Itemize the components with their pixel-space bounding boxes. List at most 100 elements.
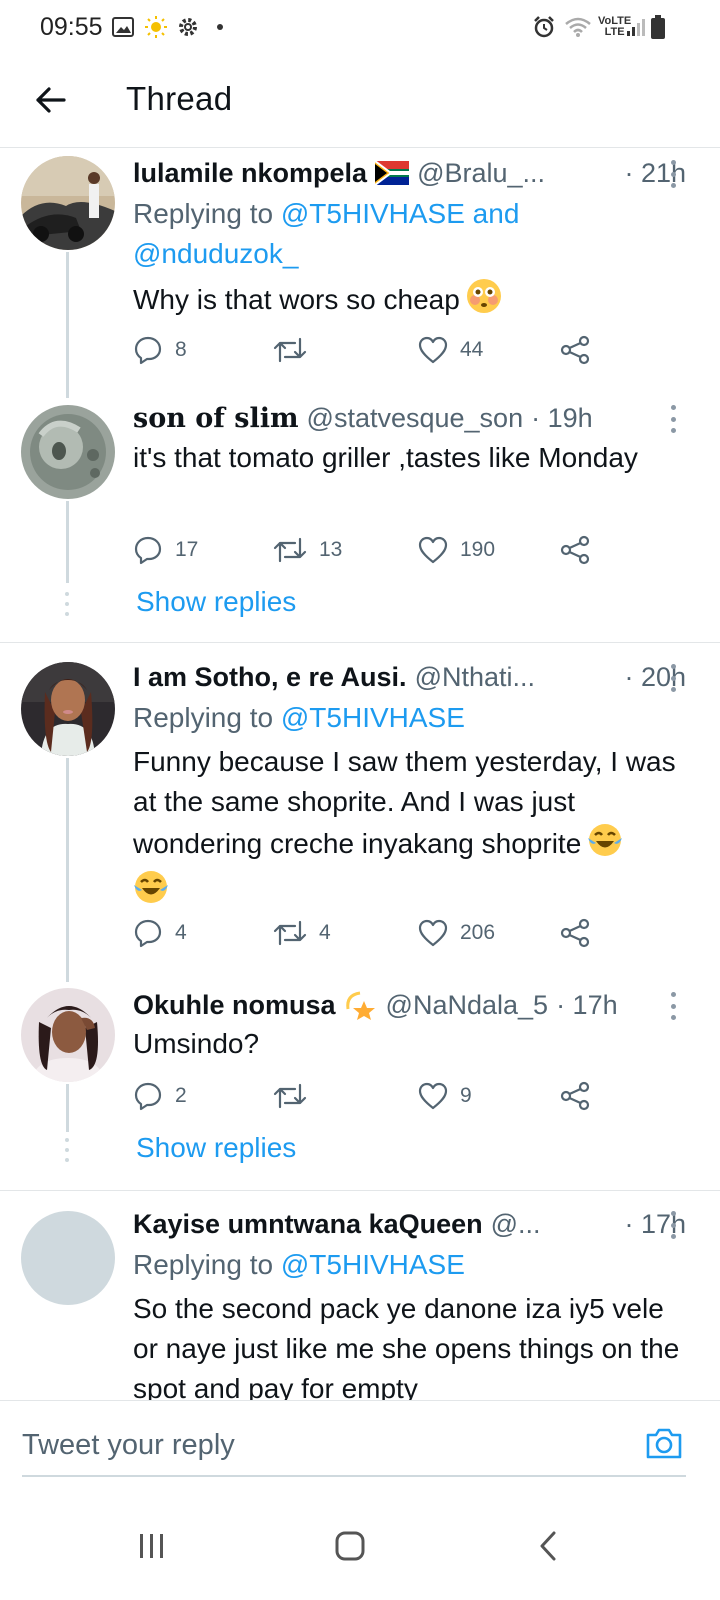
tweet[interactable]: Okuhle nomusa @NaNdala_5 · 17h Umsindo? … [0, 982, 720, 1190]
retweet-icon [273, 337, 307, 363]
flushed-face-emoji-icon [466, 278, 502, 325]
reply-button[interactable]: 4 [133, 915, 187, 951]
tweet-header: son of slim @statvesque_son · 19h [133, 400, 686, 436]
signal-icon [626, 15, 646, 39]
author-handle[interactable]: @statvesque_son [307, 403, 524, 434]
system-back-icon [540, 1531, 556, 1561]
back-button[interactable] [28, 78, 72, 122]
share-icon [560, 918, 590, 948]
thread-line [66, 758, 69, 982]
reply-icon [134, 536, 162, 565]
like-count: 206 [460, 921, 496, 944]
reply-button[interactable]: 2 [133, 1078, 187, 1114]
like-count: 190 [460, 538, 496, 561]
more-options-icon[interactable] [666, 405, 680, 433]
retweet-button[interactable]: 13 [273, 532, 342, 568]
tears-of-joy-emoji-icon [587, 822, 623, 869]
reply-icon [134, 1082, 162, 1111]
author-handle[interactable]: @Bralu_... [417, 158, 545, 189]
recent-apps-icon [140, 1534, 163, 1558]
tweet-header: Kayise umntwana kaQueen @... · 17h [133, 1206, 686, 1242]
tweet[interactable]: I am Sotho, e re Ausi. @Nthati... · 20h … [0, 652, 720, 982]
like-button[interactable]: 44 [418, 332, 483, 368]
like-button[interactable]: 190 [418, 532, 495, 568]
battery-icon [651, 15, 665, 39]
like-button[interactable]: 9 [418, 1078, 472, 1114]
like-button[interactable]: 206 [418, 915, 495, 951]
reply-button[interactable]: 8 [133, 332, 187, 368]
heart-icon [418, 919, 448, 947]
mention-link[interactable]: @T5HIVHASE [281, 702, 465, 733]
tweet-reply-input[interactable]: Tweet your reply [22, 1429, 235, 1462]
retweet-count: 4 [319, 921, 331, 944]
dizzy-star-emoji-icon [344, 989, 378, 1021]
system-back-button[interactable] [518, 1518, 578, 1574]
author-handle[interactable]: @NaNdala_5 [386, 990, 549, 1021]
status-time: 09:55 [40, 13, 103, 41]
tweet[interactable]: lulamile nkompela @Bralu_... · 21h Reply… [0, 148, 720, 398]
like-count: 9 [460, 1084, 472, 1107]
wifi-icon [564, 15, 592, 39]
thread-continuation-dots [64, 592, 70, 616]
author-name[interactable]: Okuhle nomusa [133, 990, 336, 1021]
retweet-button[interactable]: 4 [273, 915, 331, 951]
page-title: Thread [126, 80, 233, 117]
more-options-icon[interactable] [666, 160, 680, 188]
tweet-header: I am Sotho, e re Ausi. @Nthati... · 20h [133, 659, 686, 695]
more-options-icon[interactable] [666, 992, 680, 1020]
home-button[interactable] [320, 1518, 380, 1574]
author-handle[interactable]: @Nthati... [415, 662, 535, 693]
tweet-actions: 17 13 190 [133, 532, 613, 568]
alarm-icon [532, 15, 556, 39]
share-icon [560, 1081, 590, 1111]
share-icon [560, 535, 590, 565]
tweet-time[interactable]: · 17h [556, 990, 618, 1021]
show-replies-link[interactable]: Show replies [136, 586, 296, 618]
avatar[interactable] [21, 662, 115, 756]
show-replies-link[interactable]: Show replies [136, 1132, 296, 1164]
tweet-text: Funny because I saw them yesterday, I wa… [133, 742, 686, 916]
thread-line [66, 252, 69, 398]
share-button[interactable] [560, 915, 590, 951]
thread-line [66, 501, 69, 583]
brightness-icon [144, 15, 168, 39]
heart-icon [418, 336, 448, 364]
tweet-text: Umsindo? [133, 1028, 260, 1059]
avatar[interactable] [21, 405, 115, 499]
tweet[interactable]: son of slim @statvesque_son · 19h it's t… [0, 398, 720, 643]
tweet-text: Why is that wors so cheap [133, 278, 686, 325]
reply-count: 8 [175, 338, 187, 361]
avatar[interactable] [21, 156, 115, 250]
tweet-time[interactable]: · 19h [531, 403, 593, 434]
more-options-icon[interactable] [666, 664, 680, 692]
author-handle[interactable]: @... [491, 1209, 541, 1240]
system-nav-bar [0, 1490, 720, 1600]
retweet-icon [273, 537, 307, 563]
share-button[interactable] [560, 532, 590, 568]
share-button[interactable] [560, 332, 590, 368]
mention-link[interactable]: @T5HIVHASE [281, 1249, 465, 1280]
tweet-header: Okuhle nomusa @NaNdala_5 · 17h [133, 987, 686, 1023]
avatar[interactable] [21, 988, 115, 1082]
author-name[interactable]: Kayise umntwana kaQueen [133, 1209, 483, 1240]
gallery-icon [112, 15, 134, 39]
retweet-button[interactable] [273, 332, 319, 368]
camera-button[interactable] [644, 1425, 688, 1469]
reply-count: 2 [175, 1084, 187, 1107]
author-name[interactable]: I am Sotho, e re Ausi. [133, 662, 407, 693]
like-count: 44 [460, 338, 484, 361]
retweet-icon [273, 1083, 307, 1109]
share-button[interactable] [560, 1078, 590, 1114]
reply-icon [134, 336, 162, 365]
avatar[interactable] [21, 1211, 115, 1305]
retweet-button[interactable] [273, 1078, 319, 1114]
recent-apps-button[interactable] [122, 1518, 182, 1574]
more-options-icon[interactable] [666, 1211, 680, 1239]
reply-button[interactable]: 17 [133, 532, 198, 568]
author-name[interactable]: son of slim [133, 403, 299, 434]
replying-to: Replying to @T5HIVHASE and @nduduzok_ [133, 198, 520, 269]
heart-icon [418, 536, 448, 564]
tweet[interactable]: Kayise umntwana kaQueen @... · 17h Reply… [0, 1200, 720, 1400]
replying-to: Replying to @T5HIVHASE [133, 702, 465, 733]
author-name[interactable]: lulamile nkompela [133, 158, 367, 189]
